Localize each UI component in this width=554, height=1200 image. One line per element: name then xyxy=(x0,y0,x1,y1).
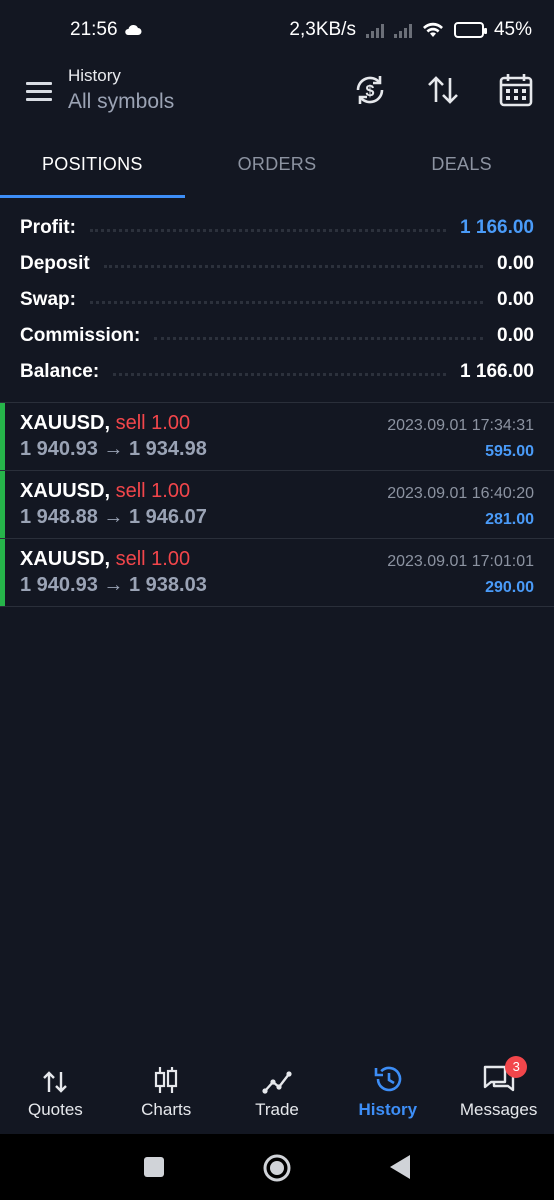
nav-label: Charts xyxy=(141,1100,192,1119)
position-symbol-line: XAUUSD, sell 1.00 xyxy=(20,480,190,503)
position-datetime: 2023.09.01 16:40:20 xyxy=(387,485,534,502)
tab-deals[interactable]: DEALS xyxy=(369,130,554,198)
page-title: History xyxy=(68,66,121,85)
nav-label: Trade xyxy=(255,1100,299,1119)
position-indicator xyxy=(0,403,5,470)
back-icon[interactable] xyxy=(388,1154,412,1180)
status-right: 2,3KB/s 45% xyxy=(289,19,532,41)
position-row[interactable]: XAUUSD, sell 1.00 1 940.93 → 1 934.98 20… xyxy=(0,403,554,471)
summary-value: 1 166.00 xyxy=(460,361,534,382)
dotted-leader xyxy=(103,264,484,268)
bottom-nav: Quotes Charts Trade History Messages 3 xyxy=(0,1052,554,1134)
summary-label: Profit: xyxy=(20,217,76,238)
nav-charts[interactable]: Charts xyxy=(111,1052,222,1134)
summary-label: Balance: xyxy=(20,361,100,382)
position-row[interactable]: XAUUSD, sell 1.00 1 940.93 → 1 938.03 20… xyxy=(0,539,554,607)
positions-list: XAUUSD, sell 1.00 1 940.93 → 1 934.98 20… xyxy=(0,402,554,607)
nav-label: History xyxy=(358,1100,418,1119)
position-side: sell 1.00 xyxy=(115,412,191,434)
symbol-filter[interactable]: All symbols xyxy=(68,90,174,114)
nav-label: Messages xyxy=(459,1100,538,1119)
summary-value: 0.00 xyxy=(497,253,534,274)
signal-1-icon xyxy=(365,22,384,38)
calendar-icon[interactable] xyxy=(498,72,534,108)
nav-label: Quotes xyxy=(27,1100,83,1119)
status-time-group: 21:56 xyxy=(70,19,142,41)
nav-messages[interactable]: Messages 3 xyxy=(443,1052,554,1134)
network-speed: 2,3KB/s xyxy=(289,19,356,40)
dotted-leader xyxy=(154,336,484,340)
nav-trade[interactable]: Trade xyxy=(222,1052,333,1134)
position-indicator xyxy=(0,471,5,538)
position-profit: 281.00 xyxy=(485,511,534,528)
header-titles[interactable]: History All symbols xyxy=(68,66,174,114)
summary-value: 0.00 xyxy=(497,325,534,346)
summary-value: 0.00 xyxy=(497,289,534,310)
nav-quotes[interactable]: Quotes xyxy=(0,1052,111,1134)
position-indicator xyxy=(0,539,5,606)
position-prices: 1 948.88 → 1 946.07 xyxy=(20,506,207,528)
signal-2-icon xyxy=(393,22,412,38)
position-profit: 595.00 xyxy=(485,443,534,460)
currency-exchange-icon[interactable]: $ xyxy=(352,72,388,108)
menu-icon[interactable] xyxy=(26,82,52,102)
status-bar: 21:56 2,3KB/s 45% xyxy=(0,0,554,60)
nav-history[interactable]: History xyxy=(332,1052,443,1134)
recents-icon[interactable] xyxy=(143,1156,165,1178)
summary-row-swap: Swap: 0.00 xyxy=(20,282,534,318)
tab-orders[interactable]: ORDERS xyxy=(185,130,370,198)
summary-label: Deposit xyxy=(20,253,90,274)
wifi-icon xyxy=(422,22,443,37)
position-symbol-line: XAUUSD, sell 1.00 xyxy=(20,548,190,571)
svg-text:$: $ xyxy=(366,83,375,100)
summary-row-commission: Commission: 0.00 xyxy=(20,318,534,354)
position-row[interactable]: XAUUSD, sell 1.00 1 948.88 → 1 946.07 20… xyxy=(0,471,554,539)
summary-value: 1 166.00 xyxy=(460,217,534,238)
dotted-leader xyxy=(89,300,484,304)
position-symbol-line: XAUUSD, sell 1.00 xyxy=(20,412,190,435)
summary-row-profit: Profit: 1 166.00 xyxy=(20,210,534,246)
position-prices: 1 940.93 → 1 938.03 xyxy=(20,574,207,596)
position-profit: 290.00 xyxy=(485,579,534,596)
status-time: 21:56 xyxy=(70,19,118,40)
quotes-icon xyxy=(43,1071,68,1093)
summary-row-deposit: Deposit 0.00 xyxy=(20,246,534,282)
home-icon[interactable] xyxy=(262,1153,292,1183)
cloud-icon xyxy=(124,24,142,35)
tab-positions[interactable]: POSITIONS xyxy=(0,130,185,198)
battery-icon xyxy=(453,22,487,38)
position-side: sell 1.00 xyxy=(115,548,191,570)
position-datetime: 2023.09.01 17:01:01 xyxy=(387,553,534,570)
summary-row-balance: Balance: 1 166.00 xyxy=(20,354,534,390)
dotted-leader xyxy=(89,228,447,232)
summary-label: Commission: xyxy=(20,325,141,346)
position-symbol: XAUUSD, xyxy=(20,548,111,570)
dotted-leader xyxy=(113,372,447,376)
trade-icon xyxy=(262,1071,292,1094)
summary-label: Swap: xyxy=(20,289,76,310)
position-side: sell 1.00 xyxy=(115,480,191,502)
candles-icon xyxy=(155,1067,178,1093)
position-prices: 1 940.93 → 1 934.98 xyxy=(20,438,207,460)
tab-bar: POSITIONS ORDERS DEALS xyxy=(0,130,554,198)
position-symbol: XAUUSD, xyxy=(20,412,111,434)
sort-icon[interactable] xyxy=(425,72,461,108)
history-icon xyxy=(374,1066,402,1092)
summary-panel: Profit: 1 166.00 Deposit 0.00 Swap: 0.00… xyxy=(20,210,534,390)
position-datetime: 2023.09.01 17:34:31 xyxy=(387,417,534,434)
system-nav-bar xyxy=(0,1134,554,1200)
battery-percent: 45% xyxy=(493,19,532,40)
position-symbol: XAUUSD, xyxy=(20,480,111,502)
app-bar: History All symbols $ xyxy=(0,60,554,130)
